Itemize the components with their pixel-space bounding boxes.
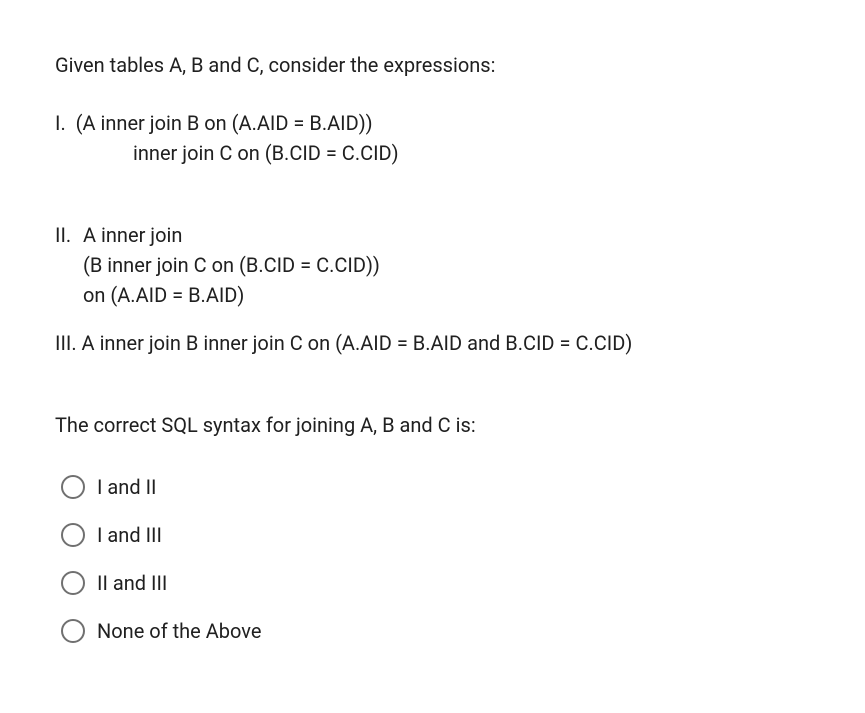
- expression-i-line1: (A inner join B on (A.AID = B.AID)): [76, 108, 815, 138]
- question-intro: Given tables A, B and C, consider the ex…: [55, 50, 815, 80]
- expression-i-marker: I.: [55, 108, 76, 138]
- expression-iii-marker: III.: [55, 331, 77, 355]
- option-3[interactable]: II and III: [55, 568, 815, 598]
- option-label: None of the Above: [97, 616, 261, 646]
- option-4[interactable]: None of the Above: [55, 616, 815, 646]
- expression-ii-marker: II.: [55, 220, 83, 250]
- expression-ii-line3: on (A.AID = B.AID): [55, 280, 815, 310]
- radio-icon: [61, 523, 85, 547]
- option-label: I and III: [97, 520, 162, 550]
- option-2[interactable]: I and III: [55, 520, 815, 550]
- radio-icon: [61, 571, 85, 595]
- expression-i-line2: inner join C on (B.CID = C.CID): [55, 138, 815, 168]
- option-1[interactable]: I and II: [55, 472, 815, 502]
- radio-icon: [61, 475, 85, 499]
- expression-iii: III. A inner join B inner join C on (A.A…: [55, 328, 815, 358]
- radio-icon: [61, 619, 85, 643]
- expression-ii-line2: (B inner join C on (B.CID = C.CID)): [55, 250, 815, 280]
- option-label: II and III: [97, 568, 167, 598]
- options-group: I and II I and III II and III None of th…: [55, 472, 815, 646]
- expression-ii: II. A inner join (B inner join C on (B.C…: [55, 220, 815, 310]
- expression-ii-line1: A inner join: [83, 220, 815, 250]
- expression-i: I. (A inner join B on (A.AID = B.AID)) i…: [55, 108, 815, 168]
- question-prompt: The correct SQL syntax for joining A, B …: [55, 410, 815, 440]
- option-label: I and II: [97, 472, 156, 502]
- expression-iii-line1: A inner join B inner join C on (A.AID = …: [77, 331, 633, 355]
